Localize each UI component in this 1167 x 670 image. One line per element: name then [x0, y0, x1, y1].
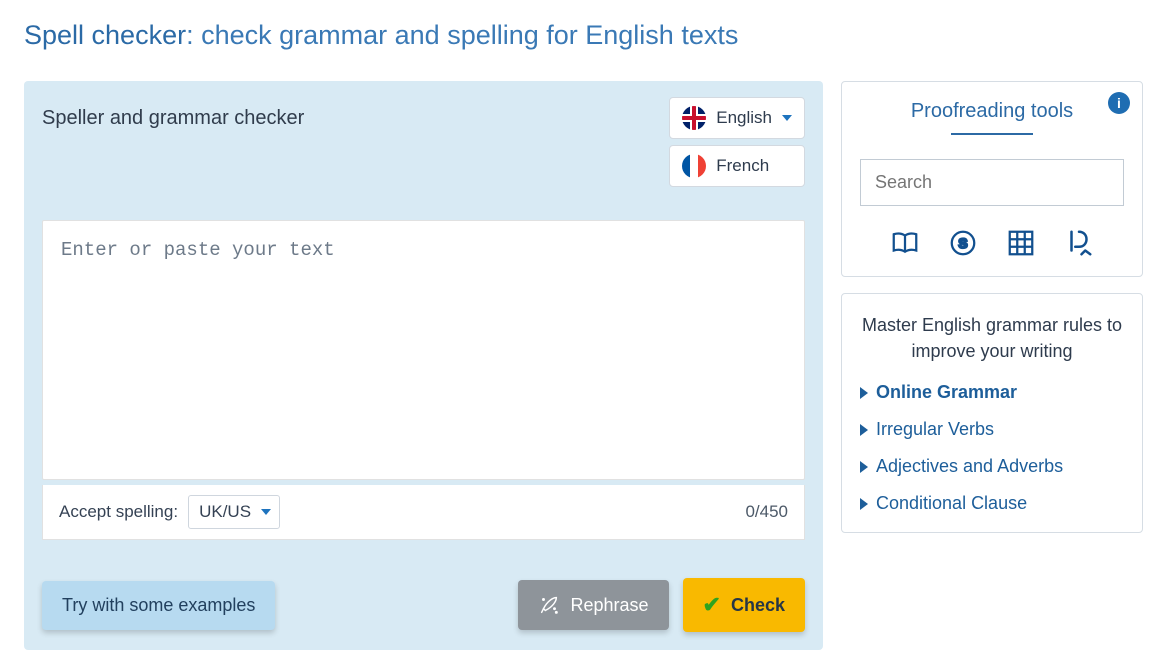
accept-spelling-label: Accept spelling:: [59, 502, 178, 522]
text-input[interactable]: [42, 220, 805, 480]
link-irregular-verbs[interactable]: Irregular Verbs: [860, 419, 1124, 440]
grammar-icon[interactable]: [1064, 228, 1094, 258]
feather-icon: [538, 594, 560, 616]
title-strong: Spell checker: [24, 20, 186, 50]
synonyms-icon[interactable]: S: [948, 228, 978, 258]
link-online-grammar[interactable]: Online Grammar: [860, 382, 1124, 403]
button-label: Check: [731, 595, 785, 616]
conjugation-icon[interactable]: [1006, 228, 1036, 258]
page-title: Spell checker: check grammar and spellin…: [24, 20, 1143, 51]
accept-spelling-select[interactable]: UK/US: [188, 495, 280, 529]
examples-button[interactable]: Try with some examples: [42, 581, 275, 630]
language-dropdown: English French: [669, 97, 805, 187]
accept-spelling-value: UK/US: [199, 502, 251, 521]
search-input[interactable]: [860, 159, 1124, 206]
triangle-icon: [860, 387, 868, 399]
button-label: Try with some examples: [62, 595, 255, 616]
language-option-english[interactable]: English: [669, 97, 805, 139]
grammar-intro-text: Master English grammar rules to improve …: [860, 312, 1124, 364]
link-label: Irregular Verbs: [876, 419, 994, 440]
sidebar: i Proofreading tools S Master English gr…: [841, 81, 1143, 533]
proofreading-title: Proofreading tools: [860, 100, 1124, 143]
link-label: Conditional Clause: [876, 493, 1027, 514]
language-label: English: [716, 108, 772, 128]
flag-fr-icon: [682, 154, 706, 178]
link-conditional-clause[interactable]: Conditional Clause: [860, 493, 1124, 514]
link-label: Online Grammar: [876, 382, 1017, 403]
title-rest: : check grammar and spelling for English…: [186, 20, 738, 50]
button-label: Rephrase: [570, 595, 648, 616]
link-adjectives-adverbs[interactable]: Adjectives and Adverbs: [860, 456, 1124, 477]
language-label: French: [716, 156, 769, 176]
grammar-links-card: Master English grammar rules to improve …: [841, 293, 1143, 533]
link-label: Adjectives and Adverbs: [876, 456, 1063, 477]
triangle-icon: [860, 424, 868, 436]
flag-uk-icon: [682, 106, 706, 130]
dictionary-icon[interactable]: [890, 228, 920, 258]
svg-text:S: S: [958, 236, 967, 251]
chevron-down-icon: [782, 115, 792, 121]
actions-row: Try with some examples Rephrase ✔ Check: [42, 578, 805, 632]
char-counter: 0/450: [745, 502, 788, 522]
check-button[interactable]: ✔ Check: [683, 578, 805, 632]
checker-panel: Speller and grammar checker English Fren…: [24, 81, 823, 650]
rephrase-button[interactable]: Rephrase: [518, 580, 668, 630]
triangle-icon: [860, 498, 868, 510]
panel-title: Speller and grammar checker: [42, 99, 304, 130]
triangle-icon: [860, 461, 868, 473]
language-option-french[interactable]: French: [669, 145, 805, 187]
check-icon: ✔: [703, 592, 721, 618]
grammar-link-list: Online Grammar Irregular Verbs Adjective…: [860, 382, 1124, 514]
chevron-down-icon: [261, 509, 271, 515]
proofreading-card: i Proofreading tools S: [841, 81, 1143, 277]
options-row: Accept spelling: UK/US 0/450: [42, 485, 805, 540]
tool-icons-row: S: [860, 228, 1124, 258]
